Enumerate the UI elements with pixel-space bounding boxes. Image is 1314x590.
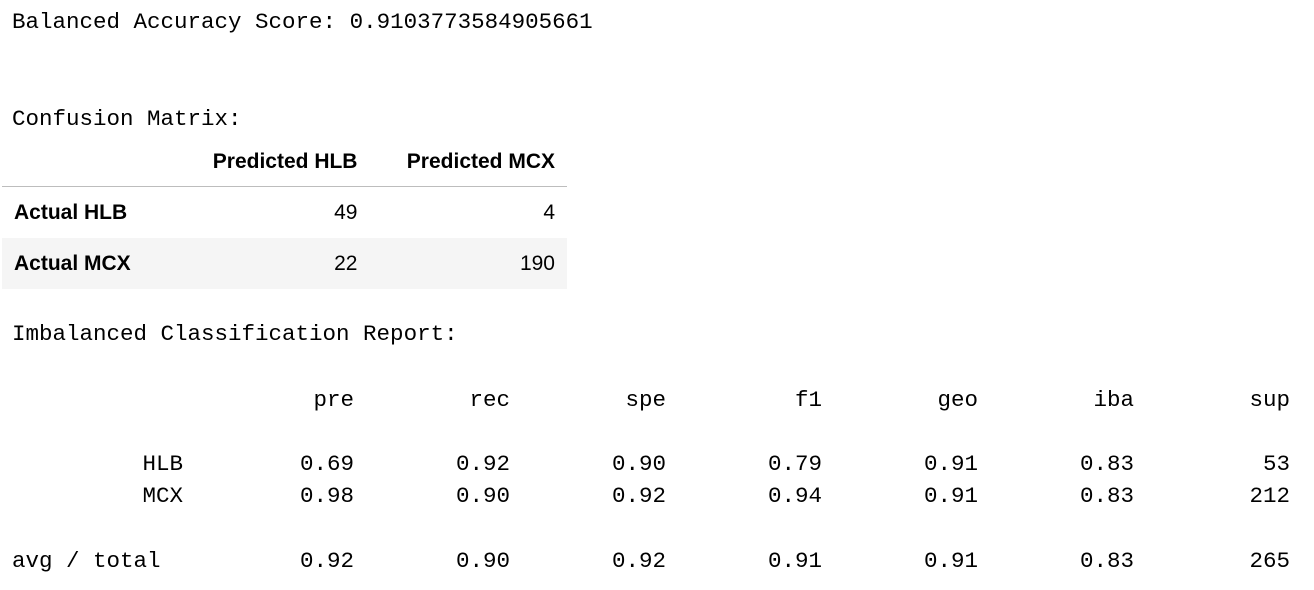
report-cell: 0.90 — [611, 451, 666, 477]
report-cell: 0.98 — [299, 483, 354, 509]
report-row-label: MCX — [142, 483, 183, 509]
table-cell: 22 — [334, 251, 358, 275]
table-row: Actual MCX 22 190 — [2, 238, 567, 289]
balanced-accuracy-line: Balanced Accuracy Score: 0.9103773584905… — [12, 11, 593, 34]
report-cell: 0.79 — [767, 451, 822, 477]
report-cell: 0.92 — [611, 483, 666, 509]
table-row: Actual HLB 49 4 — [2, 187, 567, 239]
report-column-header-geo: geo — [937, 387, 978, 413]
report-cell: 0.92 — [299, 548, 354, 574]
report-cell: 0.90 — [455, 483, 510, 509]
report-column-header-spe: spe — [625, 387, 666, 413]
report-cell: 212 — [1249, 483, 1290, 509]
classification-report-title: Imbalanced Classification Report: — [12, 321, 458, 347]
report-column-header-iba: iba — [1093, 387, 1134, 413]
notebook-output: { "balanced_accuracy": { "label": "Balan… — [0, 0, 1314, 590]
report-cell: 0.83 — [1079, 548, 1134, 574]
column-header-predicted-hlb: Predicted HLB — [176, 138, 370, 187]
row-header-actual-mcx: Actual MCX — [14, 251, 131, 275]
report-column-header-rec: rec — [469, 387, 510, 413]
balanced-accuracy-label: Balanced Accuracy Score: — [12, 9, 337, 35]
balanced-accuracy-value: 0.9103773584905661 — [349, 9, 593, 35]
report-cell: 0.91 — [923, 483, 978, 509]
report-cell: 0.83 — [1079, 483, 1134, 509]
table-cell: 4 — [543, 200, 555, 224]
confusion-matrix-header-row: Predicted HLB Predicted MCX — [2, 138, 567, 187]
confusion-matrix-title: Confusion Matrix: — [12, 106, 242, 132]
table-cell: 190 — [519, 251, 555, 275]
table-cell: 49 — [334, 200, 358, 224]
report-cell: 0.92 — [455, 451, 510, 477]
report-cell: 53 — [1262, 451, 1290, 477]
report-row-label: avg / total — [12, 548, 161, 574]
report-cell: 0.92 — [611, 548, 666, 574]
report-row-label: HLB — [142, 451, 183, 477]
report-cell: 0.69 — [299, 451, 354, 477]
report-cell: 0.94 — [767, 483, 822, 509]
row-header-actual-hlb: Actual HLB — [14, 200, 128, 224]
report-cell: 0.91 — [923, 451, 978, 477]
confusion-matrix-table: Predicted HLB Predicted MCX Actual HLB 4… — [2, 138, 567, 289]
report-column-header-pre: pre — [313, 387, 354, 413]
column-header-predicted-mcx: Predicted MCX — [369, 138, 567, 187]
report-cell: 0.90 — [455, 548, 510, 574]
report-cell: 0.83 — [1079, 451, 1134, 477]
report-cell: 0.91 — [923, 548, 978, 574]
report-column-header-f1: f1 — [794, 387, 822, 413]
report-cell: 265 — [1249, 548, 1290, 574]
report-cell: 0.91 — [767, 548, 822, 574]
confusion-matrix-corner — [2, 138, 176, 187]
report-column-header-sup: sup — [1249, 387, 1290, 413]
